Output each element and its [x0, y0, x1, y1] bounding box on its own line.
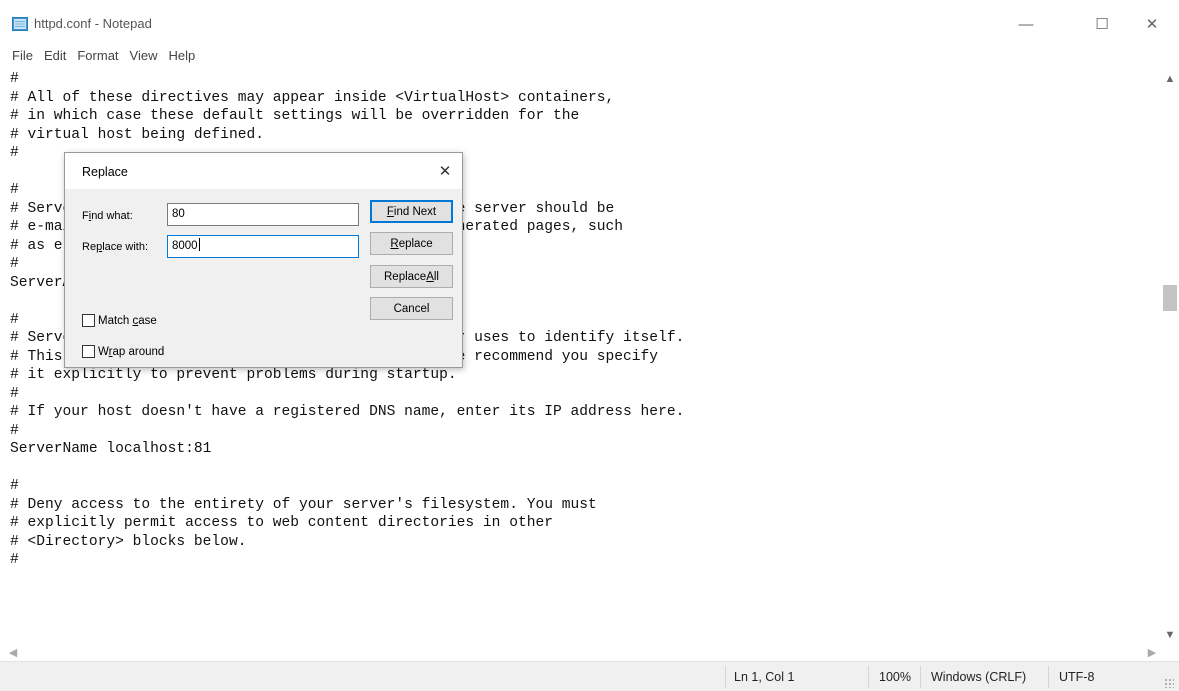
- menu-view[interactable]: View: [123, 46, 162, 66]
- encoding: UTF-8: [1059, 670, 1095, 684]
- checkbox-icon[interactable]: [82, 345, 95, 358]
- menu-bar: File Edit Format View Help: [0, 46, 199, 66]
- status-divider: [920, 666, 921, 688]
- maximize-button[interactable]: ☐: [1087, 10, 1117, 38]
- replace-button[interactable]: Replace: [370, 232, 453, 255]
- status-divider: [868, 666, 869, 688]
- scroll-right-icon[interactable]: ▶: [1143, 643, 1161, 661]
- scroll-corner: [1161, 643, 1179, 661]
- close-icon: ✕: [438, 163, 452, 180]
- cancel-button[interactable]: Cancel: [370, 297, 453, 320]
- find-what-label: Find what:: [82, 210, 133, 222]
- menu-format[interactable]: Format: [70, 46, 122, 66]
- resize-grip-icon[interactable]: [1164, 678, 1174, 688]
- dialog-title: Replace: [82, 165, 128, 179]
- replace-dialog: Replace ✕ Find what: 80 Replace with: 80…: [64, 152, 463, 368]
- find-next-button[interactable]: Find Next: [370, 200, 453, 223]
- menu-help[interactable]: Help: [161, 46, 199, 66]
- wrap-around-label: Wrap around: [98, 345, 165, 358]
- maximize-icon: ☐: [1095, 16, 1109, 33]
- line-ending: Windows (CRLF): [931, 670, 1027, 684]
- match-case-label: Match case: [98, 314, 157, 327]
- minimize-icon: —: [1018, 15, 1034, 33]
- minimize-button[interactable]: —: [1011, 10, 1041, 38]
- status-divider: [725, 666, 726, 688]
- menu-edit[interactable]: Edit: [37, 46, 70, 66]
- vertical-scrollbar[interactable]: ▲ ▼: [1161, 70, 1179, 643]
- replace-all-button[interactable]: Replace All: [370, 265, 453, 288]
- menu-file[interactable]: File: [0, 46, 37, 66]
- status-bar: Ln 1, Col 1 100% Windows (CRLF) UTF-8: [0, 661, 1179, 691]
- horizontal-scrollbar[interactable]: ◀ ▶: [0, 643, 1161, 661]
- window-title: httpd.conf - Notepad: [34, 16, 152, 31]
- title-bar[interactable]: httpd.conf - Notepad — ☐ ✕: [0, 0, 1179, 44]
- close-button[interactable]: ✕: [1137, 10, 1167, 38]
- notepad-icon: [12, 17, 28, 31]
- scroll-left-icon[interactable]: ◀: [4, 643, 22, 661]
- scroll-down-icon[interactable]: ▼: [1161, 626, 1179, 644]
- match-case-checkbox[interactable]: Match case: [82, 314, 157, 327]
- replace-with-input[interactable]: 8000: [167, 235, 359, 258]
- scroll-up-icon[interactable]: ▲: [1161, 70, 1179, 88]
- replace-with-label: Replace with:: [82, 241, 149, 253]
- cursor-position: Ln 1, Col 1: [734, 670, 795, 684]
- dialog-title-bar[interactable]: Replace ✕: [65, 153, 462, 189]
- wrap-around-checkbox[interactable]: Wrap around: [82, 345, 164, 358]
- status-divider: [1048, 666, 1049, 688]
- close-icon: ✕: [1145, 16, 1159, 33]
- scrollbar-thumb[interactable]: [1163, 285, 1177, 311]
- zoom-level: 100%: [879, 670, 911, 684]
- find-what-input[interactable]: 80: [167, 203, 359, 226]
- checkbox-icon[interactable]: [82, 314, 95, 327]
- text-caret: [198, 238, 200, 251]
- dialog-close-button[interactable]: ✕: [435, 161, 455, 181]
